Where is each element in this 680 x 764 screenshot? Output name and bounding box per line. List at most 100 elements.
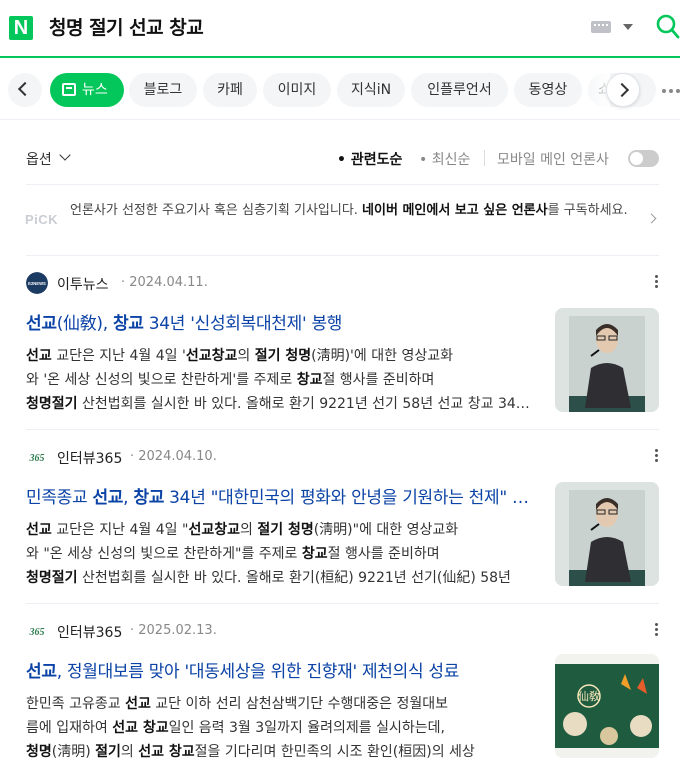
more-options-icon[interactable] xyxy=(655,623,658,626)
press-logo-text: 365 xyxy=(29,453,45,464)
news-description[interactable]: 한민족 고유종교 선교 교단 이하 선리 삼천삼백기단 수행대중은 정월대보 름… xyxy=(26,692,541,764)
news-title[interactable]: 민족종교 선교, 창교 34년 "대한민국의 평화와 안녕을 기원하는 천제" … xyxy=(26,483,541,508)
desc-part: 선교 창교 xyxy=(112,720,169,736)
options-button[interactable]: 옵션 xyxy=(26,149,52,169)
sort-latest[interactable]: • 최신순 xyxy=(419,149,470,169)
tab-cafe[interactable]: 카페 xyxy=(203,73,257,107)
chevron-right-icon xyxy=(614,82,630,98)
title-part: 선교 xyxy=(26,662,57,682)
title-part: , 정월대보름 맞아 '대동세상을 위한 진향재' 제천의식 성료 xyxy=(56,662,460,682)
press-name[interactable]: 인터뷰365 xyxy=(57,448,122,468)
desc-part: (淸明) xyxy=(51,744,96,760)
desc-part: 산천법회를 실시한 바 있다. 올해로 환기 9221년 선기 58년 선교 창… xyxy=(77,396,541,412)
press-name[interactable]: 인터뷰365 xyxy=(57,622,122,642)
pick-notice[interactable]: 언론사가 선정한 주요기사 혹은 심층기획 기사입니다. 네이버 메인에서 보고… xyxy=(70,201,635,220)
desc-part: 교단은 지난 4월 4일 " xyxy=(51,522,189,538)
chevron-down-icon[interactable] xyxy=(59,149,71,161)
desc-part: 청명절기 xyxy=(26,396,78,412)
tab-kin[interactable]: 지식iN xyxy=(337,73,405,107)
tab-image[interactable]: 이미지 xyxy=(263,73,331,107)
divider xyxy=(26,429,659,430)
title-part: 민족종교 xyxy=(26,488,93,508)
news-title[interactable]: 선교, 정월대보름 맞아 '대동세상을 위한 진향재' 제천의식 성료 xyxy=(26,657,541,682)
desc-part: 선교 창교 xyxy=(138,744,195,760)
tabs-next-button[interactable] xyxy=(606,73,640,107)
press-name[interactable]: 이투뉴스 xyxy=(57,274,109,294)
title-part: , xyxy=(123,488,134,508)
tab-blog[interactable]: 블로그 xyxy=(129,73,197,107)
more-options-icon[interactable] xyxy=(655,449,658,452)
desc-part: 의 xyxy=(239,522,258,538)
naver-logo[interactable]: N xyxy=(9,16,33,40)
pick-text: 를 구독하세요. xyxy=(547,203,628,218)
desc-part: 교단은 지난 4월 4일 ' xyxy=(51,348,186,364)
desc-part: (淸明)"에 대한 영상교화 xyxy=(313,522,459,538)
title-part: 창교 xyxy=(133,488,165,508)
news-thumbnail[interactable]: 仙敎 xyxy=(555,654,659,758)
press-logo-text: E2NEWS xyxy=(28,281,46,286)
desc-part: 창교 xyxy=(301,546,328,562)
desc-part: 일인 음력 3월 3일까지 율려의제를 실시하는데, xyxy=(168,720,445,736)
news-date: · 2024.04.10. xyxy=(130,449,217,464)
news-description[interactable]: 선교 교단은 지난 4월 4일 '선교창교의 절기 청명(淸明)'에 대한 영상… xyxy=(26,344,541,416)
category-tabs: 뉴스 블로그 카페 이미지 지식iN 인플루언서 동영상 쇼 xyxy=(0,60,680,120)
search-icon[interactable] xyxy=(655,13,680,41)
desc-part: 청명 xyxy=(26,744,52,760)
news-date: · 2024.04.11. xyxy=(121,275,208,290)
desc-part: 와 "온 세상 신성의 빛으로 찬란하게"를 주제로 xyxy=(26,546,302,562)
desc-part: 절기 청명 xyxy=(257,522,314,538)
desc-part: 창교 xyxy=(296,372,323,388)
tab-influencer[interactable]: 인플루언서 xyxy=(411,73,508,107)
desc-part: 의 xyxy=(120,744,139,760)
search-query[interactable]: 청명 절기 선교 창교 xyxy=(49,13,204,40)
pick-logo: PiCK xyxy=(25,212,59,227)
news-thumbnail[interactable] xyxy=(555,482,659,586)
sort-relevance[interactable]: • 관련도순 xyxy=(337,149,402,169)
press-row: 365 인터뷰365 · 2025.02.13. xyxy=(26,620,659,642)
desc-part: 와 '온 세상 신성의 빛으로 찬란하게'를 주제로 xyxy=(26,372,297,388)
desc-part: (淸明)'에 대한 영상교화 xyxy=(311,348,453,364)
press-logo[interactable]: E2NEWS xyxy=(26,272,48,294)
desc-part: 산천법회를 실시한 바 있다. 올해로 환기(桓紀) 9221년 선기(仙紀) … xyxy=(77,570,511,586)
tab-video[interactable]: 동영상 xyxy=(514,73,582,107)
press-logo[interactable]: 365 xyxy=(26,446,48,468)
chevron-left-icon xyxy=(17,81,33,97)
press-logo-text: 365 xyxy=(29,627,45,638)
desc-part: 절 행사를 준비하며 xyxy=(327,546,440,562)
thumbnail-text: 仙敎 xyxy=(578,689,600,703)
news-icon xyxy=(62,83,76,96)
keyboard-icon[interactable] xyxy=(591,21,611,33)
news-description[interactable]: 선교 교단은 지난 4월 4일 "선교창교의 절기 청명(淸明)"에 대한 영상… xyxy=(26,518,541,590)
tab-news[interactable]: 뉴스 xyxy=(50,73,124,107)
press-row: 365 인터뷰365 · 2024.04.10. xyxy=(26,446,659,468)
tab-label: 뉴스 xyxy=(82,82,108,98)
desc-part: 절을 기다리며 한민족의 시조 환인(桓因)의 세상 xyxy=(194,744,475,760)
desc-part: 절기 xyxy=(95,744,121,760)
press-logo[interactable]: 365 xyxy=(26,620,48,642)
search-header: N 청명 절기 선교 창교 xyxy=(0,0,680,58)
press-row: E2NEWS 이투뉴스 · 2024.04.11. xyxy=(26,272,659,294)
title-part: 34년 "대한민국의 평화와 안녕을 기원하는 천제" 봉행 xyxy=(164,488,541,508)
more-icon[interactable] xyxy=(662,89,666,93)
news-thumbnail[interactable] xyxy=(555,308,659,412)
desc-part: 한민족 고유종교 xyxy=(26,696,126,712)
news-title[interactable]: 선교(仙敎), 창교 34년 '신성회복대천제' 봉행 xyxy=(26,309,541,334)
news-item: 365 인터뷰365 · 2025.02.13. 선교, 정월대보름 맞아 '대… xyxy=(26,620,659,764)
news-date: · 2025.02.13. xyxy=(130,623,217,638)
divider xyxy=(26,184,659,185)
desc-part: 선교 xyxy=(26,348,52,364)
desc-part: 절기 청명 xyxy=(254,348,312,364)
mobile-main-toggle[interactable] xyxy=(628,150,659,167)
pick-text: 언론사가 선정한 주요기사 혹은 심층기획 기사입니다. xyxy=(70,203,363,218)
tabs-prev-button[interactable] xyxy=(8,73,42,107)
divider xyxy=(484,150,485,166)
more-options-icon[interactable] xyxy=(655,275,658,278)
caret-down-icon[interactable] xyxy=(623,24,633,30)
divider xyxy=(26,255,659,256)
desc-part: 교단 이하 선리 삼천삼백기단 수행대중은 정월대보 xyxy=(150,696,449,712)
news-item: 365 인터뷰365 · 2024.04.10. 민족종교 선교, 창교 34년… xyxy=(26,446,659,596)
chevron-right-icon[interactable] xyxy=(646,213,657,224)
title-part: 34년 '신성회복대천제' 봉행 xyxy=(143,314,343,334)
desc-part: 선교 xyxy=(26,522,52,538)
desc-part: 선교 xyxy=(125,696,151,712)
